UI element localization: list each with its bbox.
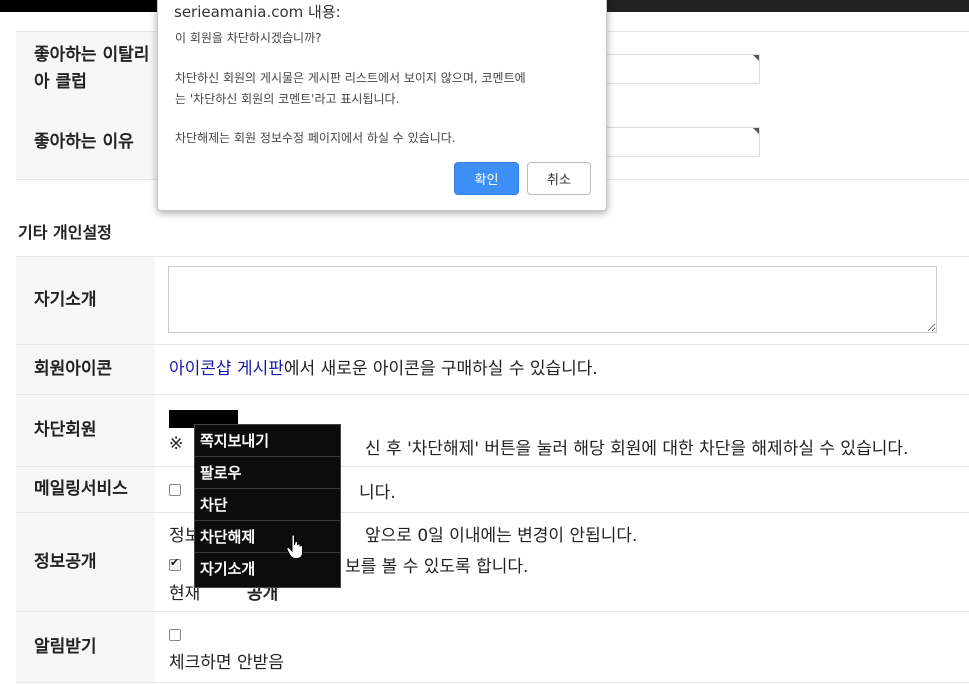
icon-shop-link[interactable]: 아이콘샵 게시판: [169, 359, 284, 379]
block-note: 신 후 '차단해제' 버튼을 눌러 해당 회원에 대한 차단을 해제하실 수 있…: [365, 439, 909, 459]
block-label: 차단회원: [16, 395, 155, 466]
mail-text: 니다.: [359, 483, 396, 503]
menu-item-block[interactable]: 차단: [195, 489, 340, 521]
info-label: 정보공개: [16, 513, 155, 611]
row-icon: 회원아이콘 아이콘샵 게시판에서 새로운 아이콘을 구매하실 수 있습니다.: [16, 345, 969, 395]
redacted-area: [0, 0, 158, 12]
row-intro: 자기소개: [16, 257, 969, 345]
member-context-menu: 쪽지보내기 팔로우 차단 차단해제 자기소개: [194, 424, 341, 588]
menu-item-follow[interactable]: 팔로우: [195, 457, 340, 489]
mail-label: 메일링서비스: [16, 467, 155, 512]
notify-checkbox[interactable]: [169, 629, 181, 641]
confirm-dialog: serieamania.com 내용: 이 회원을 차단하시겠습니까? 차단하신…: [157, 0, 607, 211]
block-note-prefix: ※: [169, 434, 184, 454]
dialog-message-1: 이 회원을 차단하시겠습니까?: [175, 31, 322, 45]
menu-item-send-message[interactable]: 쪽지보내기: [195, 425, 340, 457]
fav-club-label: 좋아하는 이탈리아 클럽: [16, 32, 155, 106]
confirm-cancel-button[interactable]: 취소: [527, 162, 591, 195]
intro-textarea[interactable]: [168, 266, 937, 333]
row-notify: 알림받기 체크하면 안받음: [16, 612, 969, 683]
row-info: 정보공개 정보 앞으로 0일 이내에는 변경이 안됩니다. 보를 볼 수 있도록…: [16, 513, 969, 612]
row-mail: 메일링서비스 니다.: [16, 467, 969, 513]
confirm-ok-button[interactable]: 확인: [454, 162, 519, 195]
info-line2: 보를 볼 수 있도록 합니다.: [345, 557, 529, 577]
dialog-message-3: 는 '차단하신 회원의 코멘트'라고 표시됩니다.: [175, 92, 400, 106]
hand-cursor-icon: [286, 534, 303, 559]
dialog-message-2: 차단하신 회원의 게시물은 게시판 리스트에서 보이지 않으며, 코멘트에: [175, 71, 526, 85]
dialog-title: serieamania.com 내용:: [174, 3, 341, 21]
dialog-message-4: 차단해제는 회원 정보수정 페이지에서 하실 수 있습니다.: [175, 131, 456, 145]
row-block: 차단회원 ※ 신 후 '차단해제' 버튼을 눌러 해당 회원에 대한 차단을 해…: [16, 395, 969, 467]
menu-item-unblock[interactable]: 차단해제: [195, 521, 340, 553]
icon-label: 회원아이콘: [16, 345, 155, 394]
notify-text: 체크하면 안받음: [169, 653, 284, 673]
mail-checkbox[interactable]: [169, 484, 181, 496]
menu-item-intro[interactable]: 자기소개: [195, 553, 340, 585]
section-title: 기타 개인설정: [18, 223, 112, 242]
info-line1-b: 앞으로 0일 이내에는 변경이 안됩니다.: [365, 526, 638, 546]
fav-reason-label: 좋아하는 이유: [16, 106, 155, 179]
notify-label: 알림받기: [16, 612, 155, 682]
intro-label: 자기소개: [16, 257, 155, 344]
icon-text: 에서 새로운 아이콘을 구매하실 수 있습니다.: [283, 359, 598, 379]
info-checkbox[interactable]: [169, 556, 181, 571]
